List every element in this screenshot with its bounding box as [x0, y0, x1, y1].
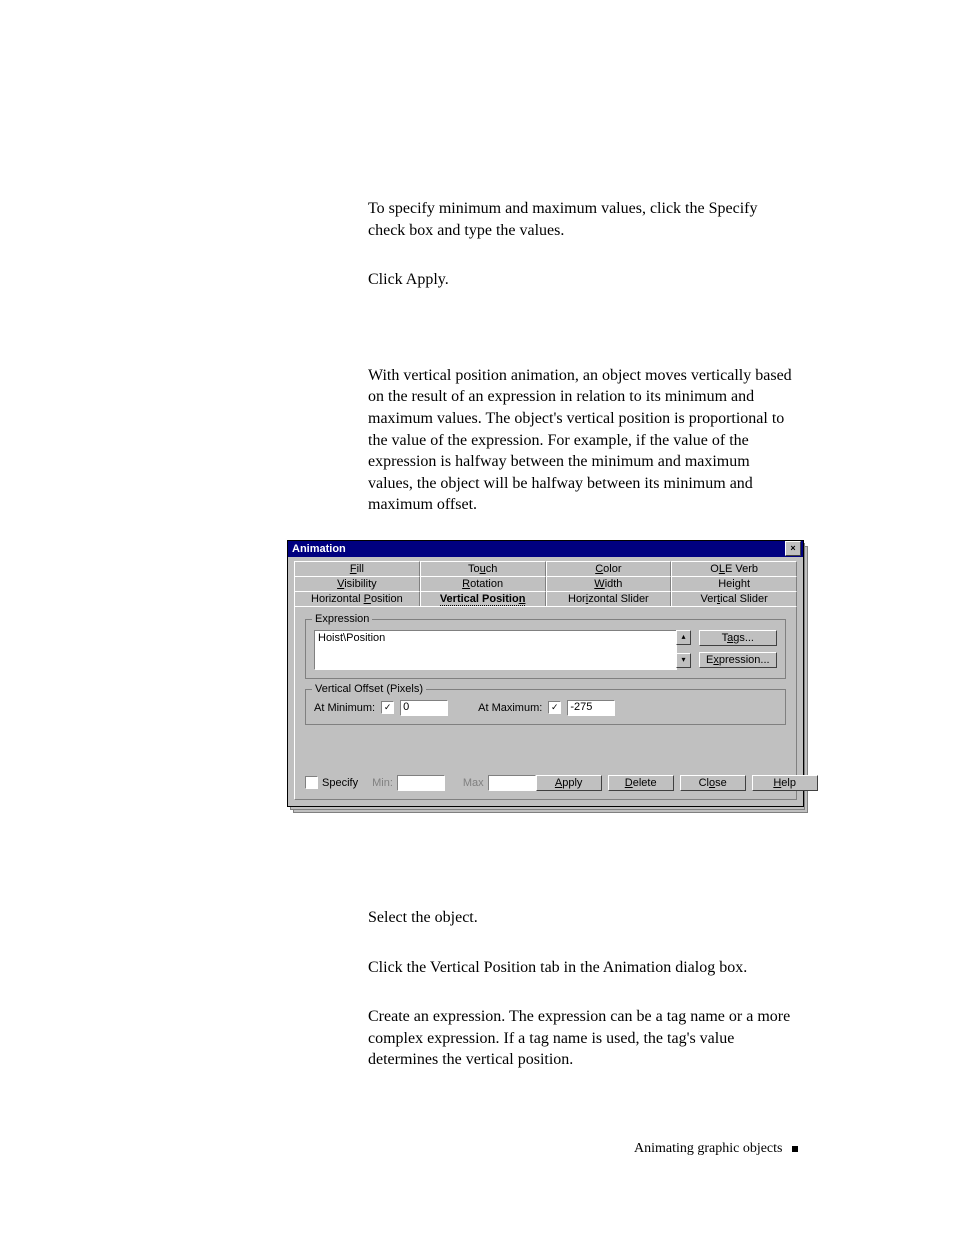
scroll-down-icon[interactable]: ▾ [676, 653, 691, 668]
expression-group: Hoist\Position ▴ ▾ Tags... Expression... [305, 619, 786, 679]
tab-color[interactable]: Color [546, 561, 672, 576]
expression-input[interactable]: Hoist\Position [314, 630, 677, 670]
at-minimum-checkbox[interactable]: ✓ [381, 701, 394, 714]
at-minimum-input[interactable]: 0 [400, 700, 448, 716]
step-1: Select the object. [368, 907, 798, 929]
apply-button[interactable]: Apply [536, 775, 602, 791]
max-input [488, 775, 536, 791]
expression-button[interactable]: Expression... [699, 652, 777, 668]
at-maximum-input[interactable]: -275 [567, 700, 615, 716]
at-maximum-label: At Maximum: [478, 702, 542, 714]
close-button[interactable]: Close [680, 775, 746, 791]
min-label: Min: [372, 777, 393, 789]
min-input [397, 775, 445, 791]
tab-width[interactable]: Width [546, 576, 672, 591]
body-para-2: Click Apply. [368, 269, 798, 291]
step-2: Click the Vertical Position tab in the A… [368, 957, 798, 979]
page-footer: Animating graphic objects [368, 1141, 798, 1157]
tab-vertical-position[interactable]: Vertical Position [420, 591, 546, 606]
specify-label: Specify [322, 777, 358, 789]
body-para-1: To specify minimum and maximum values, c… [368, 198, 798, 241]
tab-visibility[interactable]: Visibility [294, 576, 420, 591]
at-maximum-checkbox[interactable]: ✓ [548, 701, 561, 714]
tab-fill[interactable]: Fill [294, 561, 420, 576]
footer-bullet-icon [792, 1146, 798, 1152]
tab-horizontal-slider[interactable]: Horizontal Slider [546, 591, 672, 606]
tab-vertical-slider[interactable]: Vertical Slider [671, 591, 797, 606]
at-minimum-label: At Minimum: [314, 702, 375, 714]
step-3: Create an expression. The expression can… [368, 1006, 798, 1071]
animation-dialog: Animation × Fill Touch Color OLE Verb Vi… [287, 540, 804, 807]
tab-ole-verb[interactable]: OLE Verb [671, 561, 797, 576]
specify-checkbox[interactable] [305, 776, 318, 789]
help-button[interactable]: Help [752, 775, 818, 791]
footer-text: Animating graphic objects [634, 1141, 783, 1156]
max-label: Max [463, 777, 484, 789]
delete-button[interactable]: Delete [608, 775, 674, 791]
dialog-titlebar: Animation × [288, 541, 803, 557]
vertical-offset-group: At Minimum: ✓ 0 At Maximum: ✓ -275 [305, 689, 786, 725]
tab-horizontal-position[interactable]: Horizontal Position [294, 591, 420, 606]
body-para-3: With vertical position animation, an obj… [368, 365, 798, 516]
tab-height[interactable]: Height [671, 576, 797, 591]
close-icon[interactable]: × [785, 541, 801, 556]
tab-rotation[interactable]: Rotation [420, 576, 546, 591]
tab-touch[interactable]: Touch [420, 561, 546, 576]
tags-button[interactable]: Tags... [699, 630, 777, 646]
dialog-title: Animation [292, 543, 785, 555]
scroll-up-icon[interactable]: ▴ [676, 630, 691, 645]
